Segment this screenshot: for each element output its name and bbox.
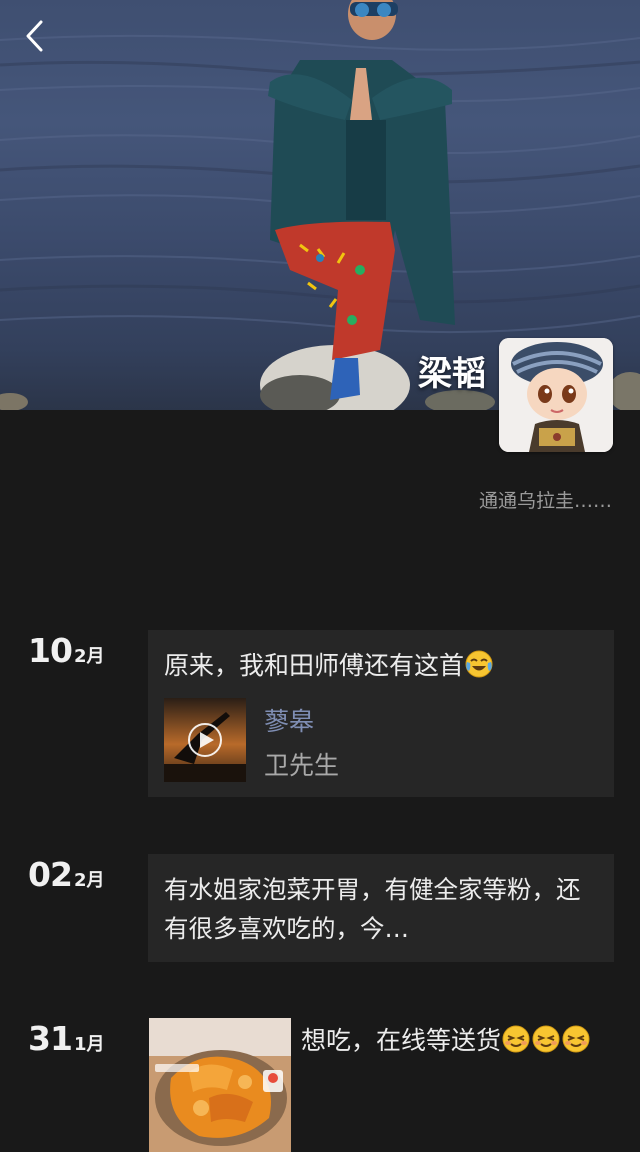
post-date: 10 2月 (28, 631, 104, 670)
moments-profile-page: 梁韬 通通乌拉圭…… 10 2月 原来，我和田师傅还有这首 蓼皋 卫先生 02 … (0, 0, 640, 1152)
post-month: 2月 (73, 646, 105, 667)
post-day: 02 (28, 855, 73, 894)
profile-signature: 通通乌拉圭…… (478, 490, 612, 512)
post-text-content: 想吃，在线等送货 (301, 1026, 502, 1055)
music-cover-image (164, 698, 246, 782)
post-month: 2月 (73, 870, 105, 891)
post-month: 1月 (73, 1034, 105, 1055)
chevron-left-icon (26, 20, 43, 52)
profile-nickname: 梁韬 (418, 354, 486, 394)
post-text: 原来，我和田师傅还有这首 (164, 646, 494, 682)
avatar-cartoon-image (499, 338, 613, 452)
music-title[interactable]: 蓼皋 (264, 702, 314, 738)
sleepy-smile-emoji-icon (502, 1025, 530, 1053)
sleepy-smile-emoji-icon (532, 1025, 560, 1053)
crying-laughing-emoji-icon (465, 650, 493, 678)
post-image-thumbnail[interactable] (149, 1018, 291, 1152)
post-day: 31 (28, 1019, 73, 1058)
post-card-music[interactable]: 原来，我和田师傅还有这首 蓼皋 卫先生 (148, 630, 614, 797)
music-artist: 卫先生 (264, 751, 340, 780)
post-date: 31 1月 (28, 1019, 104, 1058)
post-card-text[interactable]: 有水姐家泡菜开胃，有健全家等粉，还有很多喜欢吃的，今… (148, 854, 614, 962)
music-cover-thumbnail[interactable] (164, 698, 246, 782)
post-text[interactable]: 想吃，在线等送货 (301, 1020, 621, 1062)
sleepy-smile-emoji-icon (562, 1025, 590, 1053)
post-text: 有水姐家泡菜开胃，有健全家等粉，还有很多喜欢吃的，今… (164, 875, 581, 943)
post-text-content: 原来，我和田师傅还有这首 (164, 651, 465, 680)
post-day: 10 (28, 631, 73, 670)
profile-avatar[interactable] (499, 338, 613, 452)
back-button[interactable] (14, 14, 58, 58)
post-date: 02 2月 (28, 855, 104, 894)
food-photo-image (149, 1018, 291, 1152)
